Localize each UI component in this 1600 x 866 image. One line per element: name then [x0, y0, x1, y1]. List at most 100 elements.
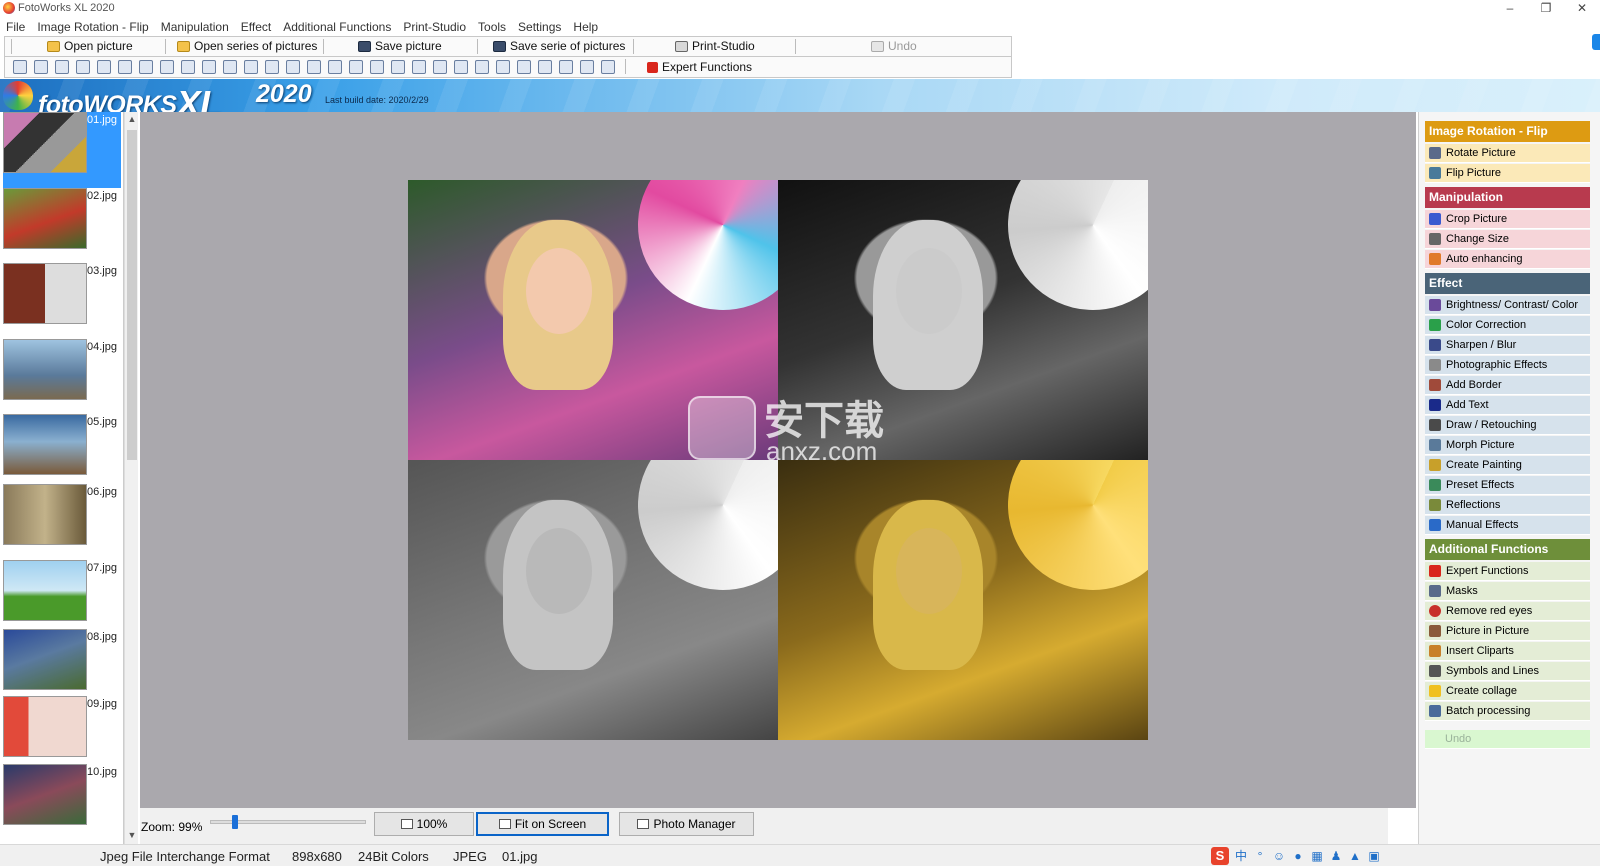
star-icon[interactable] [580, 60, 594, 74]
morph-picture-item[interactable]: Morph Picture [1425, 436, 1590, 455]
thumbnail-item[interactable]: 06.jpg [3, 484, 121, 560]
section-image-rotation[interactable]: Image Rotation - Flip [1425, 121, 1590, 142]
thumbnail-item[interactable]: 01.jpg [3, 112, 121, 188]
batch-icon[interactable] [601, 60, 615, 74]
manual-effects-icon[interactable] [454, 60, 468, 74]
menu-settings[interactable]: Settings [512, 18, 567, 36]
open-series-button[interactable]: Open series of pictures [177, 37, 317, 56]
section-additional-functions[interactable]: Additional Functions [1425, 539, 1590, 560]
painting-icon[interactable] [391, 60, 405, 74]
rotate-picture-item[interactable]: Rotate Picture [1425, 144, 1590, 163]
keyboard-icon[interactable]: ▦ [1310, 849, 1324, 863]
text-icon[interactable] [328, 60, 342, 74]
section-effect[interactable]: Effect [1425, 273, 1590, 294]
restore-button[interactable]: ❐ [1528, 0, 1564, 18]
morph-icon[interactable] [370, 60, 384, 74]
help-tab[interactable] [1592, 34, 1600, 50]
remove-red-eyes-item[interactable]: Remove red eyes [1425, 602, 1590, 621]
save-series-button[interactable]: Save serie of pictures [493, 37, 625, 56]
reflections-item[interactable]: Reflections [1425, 496, 1590, 515]
scroll-down-icon[interactable]: ▼ [125, 828, 139, 842]
photo-effects-icon[interactable] [286, 60, 300, 74]
menu-additional-functions[interactable]: Additional Functions [277, 18, 397, 36]
auto-enhancing-item[interactable]: Auto enhancing [1425, 250, 1590, 269]
menu-help[interactable]: Help [567, 18, 604, 36]
masks-item[interactable]: Masks [1425, 582, 1590, 601]
menu-manipulation[interactable]: Manipulation [155, 18, 235, 36]
zoom-slider-knob[interactable] [232, 815, 238, 829]
rotate-left-icon[interactable] [13, 60, 27, 74]
image-canvas[interactable]: 安下载 anxz.com [140, 112, 1416, 808]
resize-icon[interactable] [181, 60, 195, 74]
preset-effects-icon[interactable] [412, 60, 426, 74]
create-painting-item[interactable]: Create Painting [1425, 456, 1590, 475]
thumbnail-item[interactable]: 03.jpg [3, 263, 121, 339]
batch-processing-item[interactable]: Batch processing [1425, 702, 1590, 721]
manual-effects-item[interactable]: Manual Effects [1425, 516, 1590, 535]
add-border-item[interactable]: Add Border [1425, 376, 1590, 395]
photo-manager-button[interactable]: Photo Manager [619, 812, 754, 836]
flip-picture-item[interactable]: Flip Picture [1425, 164, 1590, 183]
menu-print-studio[interactable]: Print-Studio [397, 18, 472, 36]
picture-in-picture-icon[interactable] [517, 60, 531, 74]
microphone-icon[interactable]: ● [1291, 849, 1305, 863]
draw-retouching-item[interactable]: Draw / Retouching [1425, 416, 1590, 435]
thumbnail-item[interactable]: 09.jpg [3, 696, 121, 772]
masks-icon[interactable] [475, 60, 489, 74]
picture-in-picture-item[interactable]: Picture in Picture [1425, 622, 1590, 641]
section-manipulation[interactable]: Manipulation [1425, 187, 1590, 208]
change-size-item[interactable]: Change Size [1425, 230, 1590, 249]
preset-effects-item[interactable]: Preset Effects [1425, 476, 1590, 495]
clipart-icon[interactable] [538, 60, 552, 74]
mirror-icon[interactable] [118, 60, 132, 74]
ime-logo-icon[interactable]: S [1211, 847, 1229, 865]
menu-tools[interactable]: Tools [472, 18, 512, 36]
brightness-item[interactable]: Brightness/ Contrast/ Color [1425, 296, 1590, 315]
close-button[interactable]: ✕ [1564, 0, 1600, 18]
minimize-button[interactable]: – [1492, 0, 1528, 18]
menu-effect[interactable]: Effect [235, 18, 277, 36]
save-picture-button[interactable]: Save picture [358, 37, 442, 56]
brightness-icon[interactable] [223, 60, 237, 74]
border-icon[interactable] [307, 60, 321, 74]
color-correction-icon[interactable] [244, 60, 258, 74]
punctuation-icon[interactable]: ° [1253, 849, 1267, 863]
open-picture-button[interactable]: Open picture [47, 37, 133, 56]
crop-icon[interactable] [160, 60, 174, 74]
flip-icon[interactable] [97, 60, 111, 74]
thumbnail-item[interactable]: 07.jpg [3, 560, 121, 636]
rotate-cw-icon[interactable] [76, 60, 90, 74]
zoom-100-button[interactable]: 100% [374, 812, 474, 836]
color-correction-item[interactable]: Color Correction [1425, 316, 1590, 335]
sharpen-icon[interactable] [265, 60, 279, 74]
auto-enhance-icon[interactable] [202, 60, 216, 74]
thumbnail-item[interactable]: 02.jpg [3, 188, 121, 264]
expert-functions-button[interactable]: Expert Functions [647, 58, 752, 77]
symbols-lines-item[interactable]: Symbols and Lines [1425, 662, 1590, 681]
thumbnail-scrollbar[interactable]: ▲ ▼ [124, 112, 138, 844]
emoji-icon[interactable]: ☺ [1272, 849, 1286, 863]
scroll-up-icon[interactable]: ▲ [125, 112, 139, 126]
thumbnail-item[interactable]: 04.jpg [3, 339, 121, 415]
toolbox-icon[interactable]: ▣ [1367, 849, 1381, 863]
undo-button[interactable]: Undo [871, 37, 917, 56]
user-icon[interactable]: ♟ [1329, 849, 1343, 863]
menu-image-rotation[interactable]: Image Rotation - Flip [31, 18, 154, 36]
draw-icon[interactable] [349, 60, 363, 74]
crop-picture-item[interactable]: Crop Picture [1425, 210, 1590, 229]
thumbnail-item[interactable]: 08.jpg [3, 629, 121, 705]
reflections-icon[interactable] [433, 60, 447, 74]
fit-on-screen-button[interactable]: Fit on Screen [476, 812, 609, 836]
rotate-ccw-icon[interactable] [55, 60, 69, 74]
thumbnail-item[interactable]: 05.jpg [3, 414, 121, 490]
sharpen-blur-item[interactable]: Sharpen / Blur [1425, 336, 1590, 355]
straighten-icon[interactable] [139, 60, 153, 74]
skin-icon[interactable]: ▲ [1348, 849, 1362, 863]
ime-language-icon[interactable]: 中 [1234, 849, 1248, 863]
red-eye-icon[interactable] [496, 60, 510, 74]
symbols-icon[interactable] [559, 60, 573, 74]
menu-file[interactable]: File [0, 18, 31, 36]
zoom-slider[interactable] [210, 815, 366, 829]
expert-functions-item[interactable]: Expert Functions [1425, 562, 1590, 581]
photographic-effects-item[interactable]: Photographic Effects [1425, 356, 1590, 375]
